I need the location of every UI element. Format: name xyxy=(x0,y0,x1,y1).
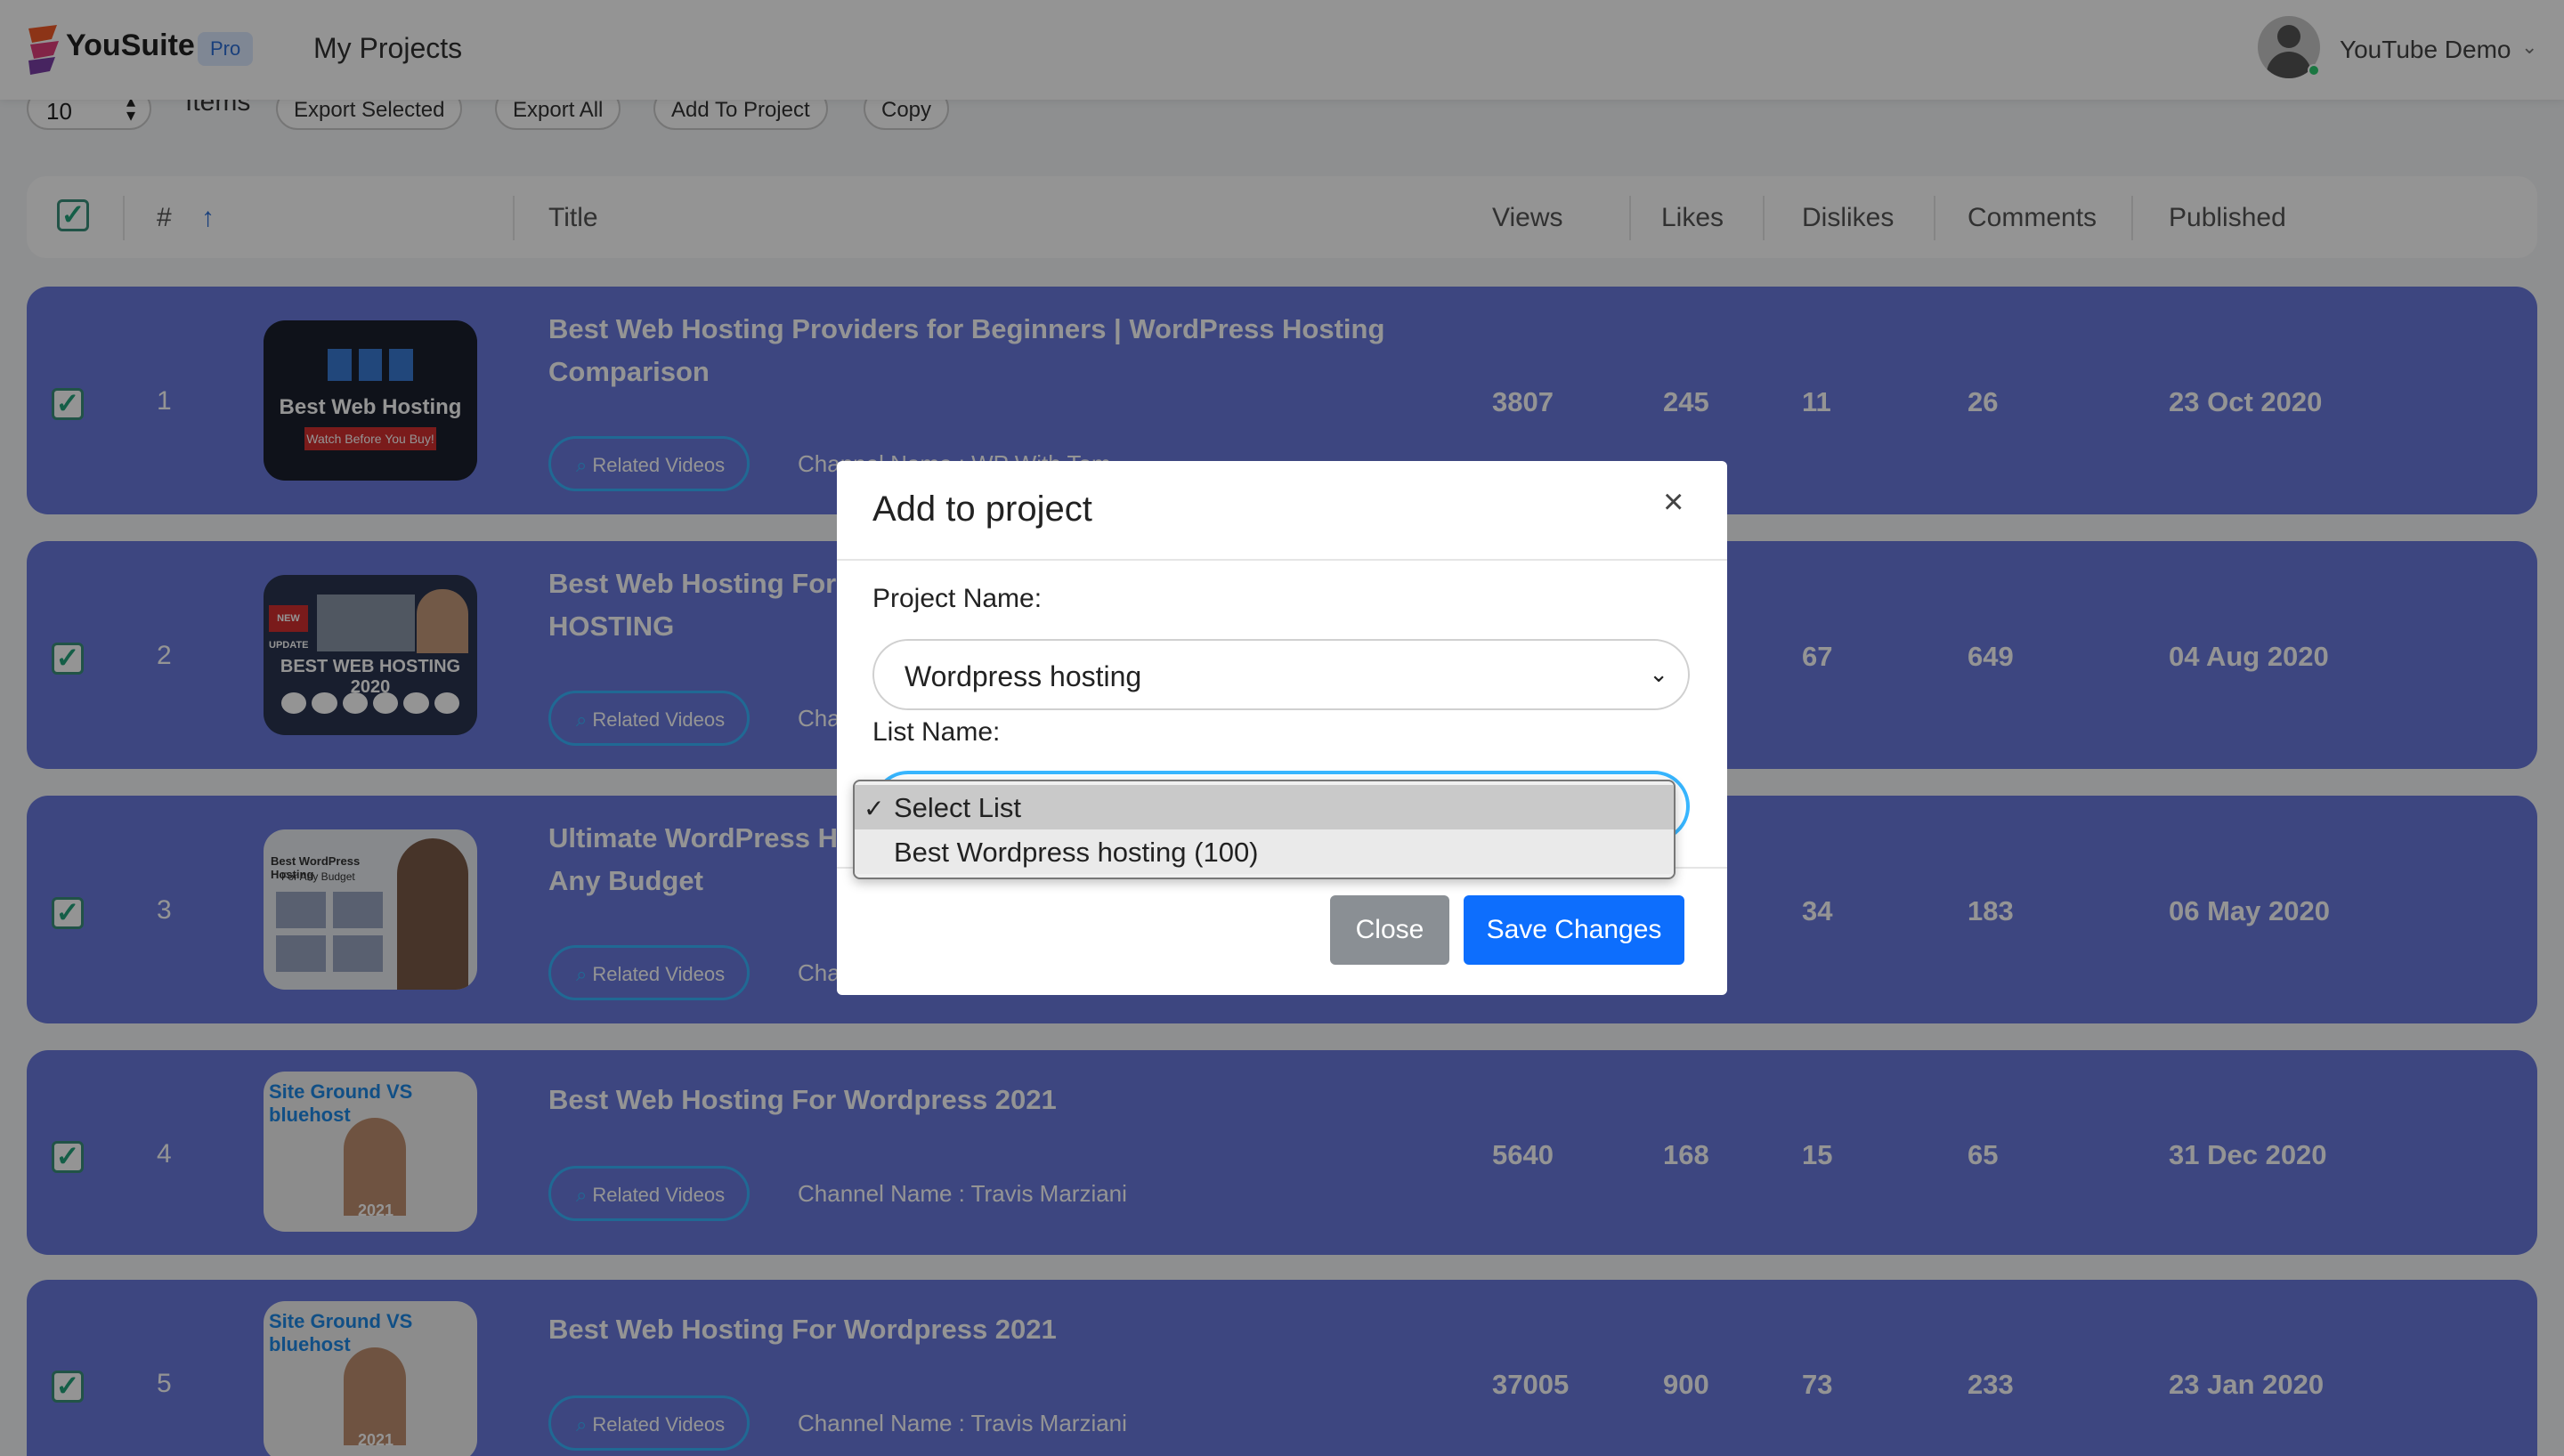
list-name-label: List Name: xyxy=(872,717,1001,747)
modal-header-divider xyxy=(837,559,1727,561)
modal-title: Add to project xyxy=(872,489,1092,529)
close-button[interactable]: Close xyxy=(1330,895,1449,965)
close-icon[interactable]: × xyxy=(1663,482,1684,522)
save-changes-button[interactable]: Save Changes xyxy=(1464,895,1684,965)
project-name-value: Wordpress hosting xyxy=(905,660,1142,692)
dropdown-option-label: Select List xyxy=(894,792,1022,823)
list-name-dropdown: ✓ Select List Best Wordpress hosting (10… xyxy=(853,780,1676,879)
add-to-project-modal: Add to project × Project Name: Wordpress… xyxy=(837,461,1727,995)
dropdown-option-best-wordpress-hosting[interactable]: Best Wordpress hosting (100) xyxy=(855,829,1674,874)
checkmark-icon: ✓ xyxy=(864,795,885,822)
dropdown-option-select-list[interactable]: ✓ Select List xyxy=(855,785,1674,829)
project-name-label: Project Name: xyxy=(872,584,1043,613)
chevron-down-icon: ⌄ xyxy=(1649,660,1668,687)
project-name-select[interactable]: Wordpress hosting ⌄ xyxy=(872,639,1690,710)
dropdown-option-label: Best Wordpress hosting (100) xyxy=(894,837,1259,868)
